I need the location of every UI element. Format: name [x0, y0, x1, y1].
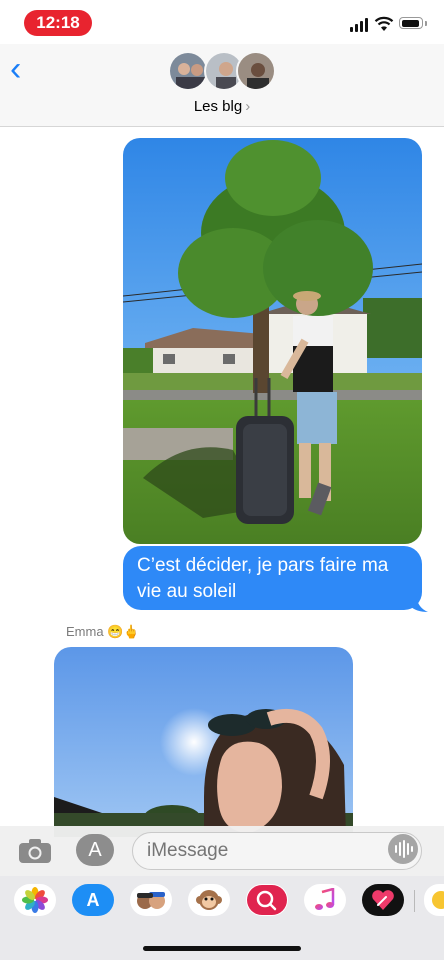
received-photo[interactable] — [54, 647, 353, 837]
group-name[interactable]: Les blg › — [0, 98, 444, 115]
app-store-app-icon[interactable]: A — [72, 884, 114, 916]
app-store-icon[interactable]: A — [76, 834, 114, 866]
sender-emoji: 😁🖕 — [107, 624, 140, 639]
animoji-app-icon[interactable] — [188, 884, 230, 916]
conversation-header: ‹ Les blg › — [0, 44, 444, 127]
group-name-label[interactable]: Les blg — [194, 98, 242, 115]
battery-cap — [425, 21, 427, 26]
message-input-bar: A — [0, 826, 444, 876]
drawer-divider — [414, 890, 415, 912]
bubble-tail — [410, 596, 428, 612]
avatar[interactable] — [236, 51, 276, 91]
battery-icon — [399, 17, 423, 29]
status-bar: 12:18 — [0, 0, 444, 44]
sender-label: Emma 😁🖕 — [66, 624, 140, 640]
status-time[interactable]: 12:18 — [24, 10, 92, 36]
chevron-right-icon: › — [245, 98, 251, 115]
wifi-icon — [374, 16, 394, 32]
sent-photo[interactable] — [123, 138, 422, 544]
avatar[interactable] — [168, 51, 208, 91]
cellular-signal-icon — [350, 18, 370, 32]
back-chevron-icon[interactable]: ‹ — [10, 52, 34, 86]
sender-name: Emma — [66, 624, 104, 639]
audio-message-icon[interactable] — [388, 834, 418, 864]
photos-app-icon[interactable] — [14, 884, 56, 916]
emoji-app-icon[interactable] — [424, 884, 444, 916]
camera-icon[interactable] — [18, 838, 52, 864]
image-search-app-icon[interactable] — [246, 884, 288, 916]
home-indicator[interactable] — [143, 946, 301, 951]
memoji-app-icon[interactable] — [130, 884, 172, 916]
app-drawer: A — [0, 876, 444, 960]
message-input[interactable] — [132, 832, 422, 870]
digital-touch-app-icon[interactable] — [362, 884, 404, 916]
sent-message-bubble[interactable]: C’est décider, je pars faire ma vie au s… — [123, 546, 422, 610]
music-app-icon[interactable] — [304, 884, 346, 916]
